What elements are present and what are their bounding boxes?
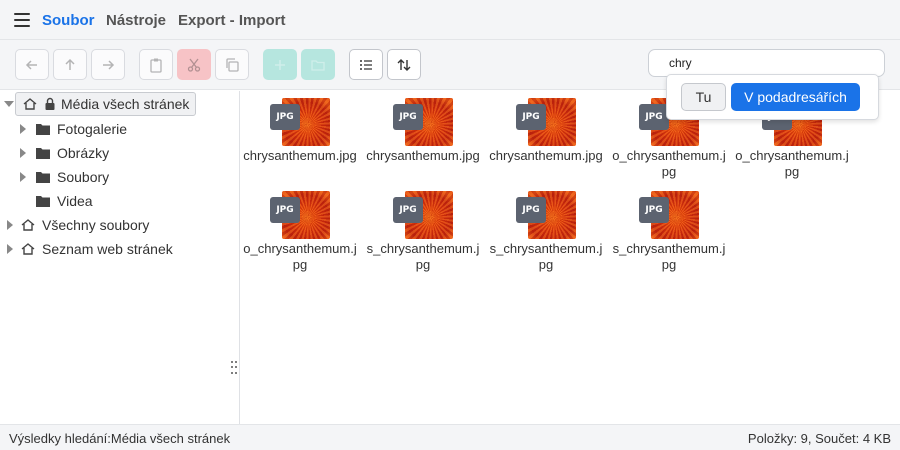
- tree-item-root[interactable]: Média všech stránek: [15, 92, 197, 116]
- home-icon: [20, 241, 36, 257]
- arrow-up-icon: [65, 58, 75, 70]
- file-thumbnail: JPG: [393, 98, 453, 146]
- tree-toggle-soubory[interactable]: [20, 172, 26, 182]
- copy-button[interactable]: [215, 49, 249, 80]
- file-item[interactable]: JPG o_chrysanthemum.jpg: [241, 191, 359, 273]
- paste-button[interactable]: [139, 49, 173, 80]
- file-item[interactable]: JPG chrysanthemum.jpg: [241, 98, 359, 164]
- file-type-badge: JPG: [393, 197, 423, 223]
- back-button[interactable]: [15, 49, 49, 80]
- menu-export-import[interactable]: Export - Import: [178, 12, 286, 29]
- up-button[interactable]: [53, 49, 87, 80]
- file-type-badge: JPG: [270, 104, 300, 130]
- add-file-icon: [275, 59, 285, 70]
- file-type-badge: JPG: [270, 197, 300, 223]
- menu-nastroje[interactable]: Nástroje: [106, 12, 166, 29]
- tree-toggle-obrazky[interactable]: [20, 148, 26, 158]
- file-name: chrysanthemum.jpg: [489, 148, 603, 163]
- cut-icon: [187, 58, 201, 72]
- tree-label: Obrázky: [57, 145, 110, 161]
- status-bar: Výsledky hledání:Média všech stránek Pol…: [0, 424, 900, 450]
- file-thumbnail: JPG: [270, 191, 330, 239]
- file-thumbnail: JPG: [516, 98, 576, 146]
- sort-icon: [397, 58, 411, 71]
- add-file-button[interactable]: [263, 49, 297, 80]
- file-name: s_chrysanthemum.jpg: [366, 241, 480, 272]
- tree-item-all-files[interactable]: Všechny soubory: [20, 213, 149, 237]
- status-summary: Položky: 9, Součet: 4 KB: [747, 431, 891, 446]
- file-item[interactable]: JPG chrysanthemum.jpg: [364, 98, 482, 164]
- forward-button[interactable]: [91, 49, 125, 80]
- folder-icon: [35, 193, 51, 209]
- file-thumbnail: JPG: [639, 191, 699, 239]
- tree-toggle-root[interactable]: [4, 101, 14, 107]
- file-type-badge: JPG: [393, 104, 423, 130]
- search-input[interactable]: chry: [648, 49, 885, 77]
- file-thumbnail: JPG: [516, 191, 576, 239]
- hamburger-menu-icon[interactable]: [14, 13, 30, 27]
- lock-icon: [44, 96, 56, 112]
- tree-label: Videa: [57, 193, 93, 209]
- tree-item-fotogalerie[interactable]: Fotogalerie: [35, 117, 127, 141]
- tree-item-soubory[interactable]: Soubory: [35, 165, 109, 189]
- file-name: o_chrysanthemum.jpg: [612, 148, 726, 179]
- tree-toggle-fotogalerie[interactable]: [20, 124, 26, 134]
- arrow-right-icon: [103, 59, 115, 70]
- file-name: s_chrysanthemum.jpg: [489, 241, 603, 272]
- file-type-badge: JPG: [516, 104, 546, 130]
- search-here-button[interactable]: Tu: [681, 83, 726, 111]
- tree-label-root: Média všech stránek: [61, 96, 190, 112]
- file-name: o_chrysanthemum.jpg: [243, 241, 357, 272]
- file-name: chrysanthemum.jpg: [366, 148, 480, 163]
- file-name: o_chrysanthemum.jpg: [735, 148, 849, 179]
- file-thumbnail: JPG: [393, 191, 453, 239]
- file-item[interactable]: JPG chrysanthemum.jpg: [487, 98, 605, 164]
- file-item[interactable]: JPG s_chrysanthemum.jpg: [487, 191, 605, 273]
- file-type-badge: JPG: [639, 104, 669, 130]
- file-name: chrysanthemum.jpg: [243, 148, 357, 163]
- file-grid: JPG chrysanthemum.jpg JPG chrysanthemum.…: [241, 91, 900, 424]
- home-icon: [20, 217, 36, 233]
- file-type-badge: JPG: [516, 197, 546, 223]
- file-item[interactable]: JPG s_chrysanthemum.jpg: [610, 191, 728, 273]
- copy-icon: [226, 57, 239, 72]
- tree-label: Všechny soubory: [42, 217, 150, 233]
- folder-icon: [35, 169, 51, 185]
- list-view-icon: [360, 59, 372, 70]
- tree-label: Fotogalerie: [57, 121, 128, 137]
- tree-item-web-pages[interactable]: Seznam web stránek: [20, 237, 173, 261]
- tree-label: Seznam web stránek: [42, 241, 173, 257]
- list-view-button[interactable]: [349, 49, 383, 80]
- file-name: s_chrysanthemum.jpg: [612, 241, 726, 272]
- folder-tree: Média všech stránek Fotogalerie Obrázky …: [0, 91, 240, 424]
- sort-button[interactable]: [387, 49, 421, 80]
- menu-bar: Soubor Nástroje Export - Import: [0, 0, 900, 40]
- tree-toggle-web-pages[interactable]: [7, 244, 13, 254]
- home-icon: [22, 96, 38, 112]
- tree-label: Soubory: [57, 169, 110, 185]
- file-item[interactable]: JPG s_chrysanthemum.jpg: [364, 191, 482, 273]
- folder-icon: [35, 121, 51, 137]
- folder-icon: [35, 145, 51, 161]
- search-scope-popup: Tu V podadresářích: [666, 74, 879, 120]
- paste-icon: [150, 58, 162, 73]
- add-folder-button[interactable]: [301, 49, 335, 80]
- status-search-results: Výsledky hledání:Média všech stránek: [9, 431, 231, 446]
- tree-toggle-all-files[interactable]: [7, 220, 13, 230]
- file-thumbnail: JPG: [270, 98, 330, 146]
- file-type-badge: JPG: [639, 197, 669, 223]
- search-subfolders-button[interactable]: V podadresářích: [731, 83, 860, 111]
- drag-handle-icon[interactable]: [231, 361, 237, 375]
- cut-button[interactable]: [177, 49, 211, 80]
- tree-item-videa[interactable]: Videa: [35, 189, 93, 213]
- menu-soubor[interactable]: Soubor: [42, 12, 95, 29]
- add-folder-icon: [311, 59, 325, 71]
- tree-item-obrazky[interactable]: Obrázky: [35, 141, 109, 165]
- arrow-left-icon: [25, 59, 37, 70]
